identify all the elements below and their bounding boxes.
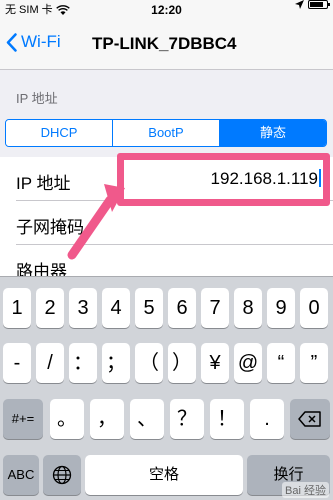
key-punct-4[interactable]: ！ [210,399,244,439]
ip-address-label: IP 地址 [16,174,71,193]
location-icon [295,0,304,9]
page-title: TP-LINK_7DBBC4 [92,34,237,53]
key-symbol-2[interactable]: ： [69,343,97,383]
subnet-mask-row[interactable]: 子网掩码 [0,201,333,245]
key-digit-9[interactable]: 0 [300,288,328,328]
key-digit-2[interactable]: 3 [69,288,97,328]
section-header: IP 地址 [16,91,58,106]
key-digit-1[interactable]: 2 [36,288,64,328]
key-digit-7[interactable]: 8 [234,288,262,328]
globe-icon [52,465,72,485]
key-symbol-9[interactable]: ” [300,343,328,383]
ip-mode-segmented-control: DHCP BootP 静态 [5,119,327,147]
key-punct-3[interactable]: ？ [170,399,204,439]
navigation-bar: Wi-Fi TP-LINK_7DBBC4 [0,20,333,70]
key-digit-8[interactable]: 9 [267,288,295,328]
key-symbol-3[interactable]: ； [102,343,130,383]
key-symbol-7[interactable]: @ [234,343,262,383]
key-symbols[interactable]: #+= [3,399,43,439]
segment-bootp[interactable]: BootP [113,120,220,146]
key-globe[interactable] [43,455,81,495]
key-symbol-6[interactable]: ¥ [201,343,229,383]
segment-static[interactable]: 静态 [220,120,326,146]
key-abc[interactable]: ABC [3,455,39,495]
key-digit-5[interactable]: 6 [168,288,196,328]
status-time: 12:20 [151,3,182,17]
key-symbol-0[interactable]: - [3,343,31,383]
key-symbol-5[interactable]: ） [168,343,196,383]
key-symbol-1[interactable]: / [36,343,64,383]
chevron-left-icon [6,32,17,52]
status-bar: 无 SIM 卡 12:20 [0,0,333,20]
key-digit-6[interactable]: 7 [201,288,229,328]
back-button[interactable]: Wi-Fi [6,32,61,52]
key-digit-0[interactable]: 1 [3,288,31,328]
segment-dhcp[interactable]: DHCP [6,120,113,146]
backspace-icon [298,411,321,427]
battery-icon [308,0,330,9]
key-digit-3[interactable]: 4 [102,288,130,328]
key-space[interactable]: 空格 [85,455,243,495]
back-label: Wi-Fi [21,32,61,51]
key-symbol-4[interactable]: （ [135,343,163,383]
key-punct-5[interactable]: . [250,399,284,439]
keyboard: 1234567890 - /：；（） ¥ @ “” #+= 。，、？！. ABC 空格 … [0,276,333,500]
key-symbol-8[interactable]: “ [267,343,295,383]
subnet-mask-label: 子网掩码 [16,218,84,237]
key-punct-2[interactable]: 、 [130,399,164,439]
highlight-box [117,153,330,206]
key-punct-0[interactable]: 。 [50,399,84,439]
key-punct-1[interactable]: ， [90,399,124,439]
watermark: Bai 经验 [282,482,329,498]
key-digit-4[interactable]: 5 [135,288,163,328]
status-right [295,0,330,9]
key-backspace[interactable] [290,399,330,439]
